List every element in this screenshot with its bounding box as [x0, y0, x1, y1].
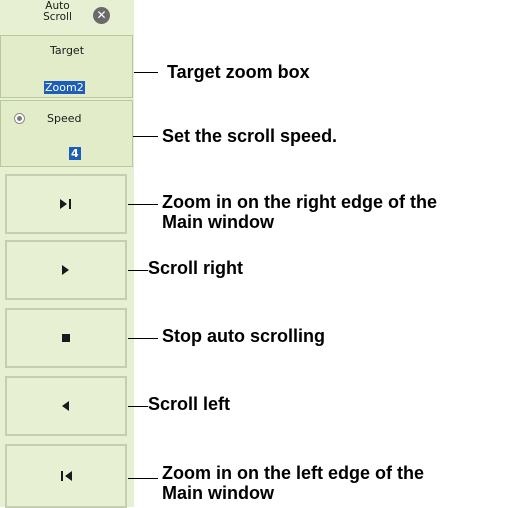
- skip-right-icon: [60, 199, 71, 209]
- target-label: Target: [49, 44, 85, 57]
- zoom-right-callout: Zoom in on the right edge of the Main wi…: [162, 192, 437, 232]
- speed-box[interactable]: [0, 100, 133, 167]
- target-callout: Target zoom box: [167, 62, 310, 82]
- scroll-left-button[interactable]: [5, 376, 127, 436]
- stop-callout-line: [128, 338, 158, 339]
- stop-callout: Stop auto scrolling: [162, 326, 326, 346]
- speed-radio-icon[interactable]: [14, 113, 25, 124]
- zoom-right-edge-button[interactable]: [5, 174, 127, 234]
- target-callout-line: [134, 72, 158, 73]
- close-icon[interactable]: ✕: [93, 7, 110, 24]
- scroll-right-button[interactable]: [5, 240, 127, 300]
- scroll-left-callout-line: [128, 406, 148, 407]
- speed-callout-line: [133, 136, 158, 137]
- speed-callout: Set the scroll speed.: [162, 126, 338, 146]
- target-value[interactable]: Zoom2: [44, 81, 85, 94]
- zoom-right-callout-line: [128, 204, 158, 205]
- zoom-left-callout: Zoom in on the left edge of the Main win…: [162, 463, 424, 503]
- speed-label: Speed: [47, 112, 82, 125]
- zoom-left-callout-line: [128, 478, 158, 479]
- speed-value[interactable]: 4: [69, 147, 81, 160]
- panel-title: Auto Scroll: [43, 0, 72, 23]
- play-right-icon: [62, 265, 69, 275]
- skip-left-icon: [61, 471, 72, 481]
- scroll-right-callout-line: [128, 270, 148, 271]
- auto-scroll-panel: Auto Scroll ✕ Target Zoom2 Speed 4: [0, 0, 134, 508]
- zoom-left-edge-button[interactable]: [5, 444, 127, 508]
- stop-button[interactable]: [5, 308, 127, 368]
- scroll-right-callout: Scroll right: [148, 258, 244, 278]
- scroll-left-callout: Scroll left: [148, 394, 231, 414]
- stop-icon: [62, 334, 70, 342]
- play-left-icon: [62, 401, 69, 411]
